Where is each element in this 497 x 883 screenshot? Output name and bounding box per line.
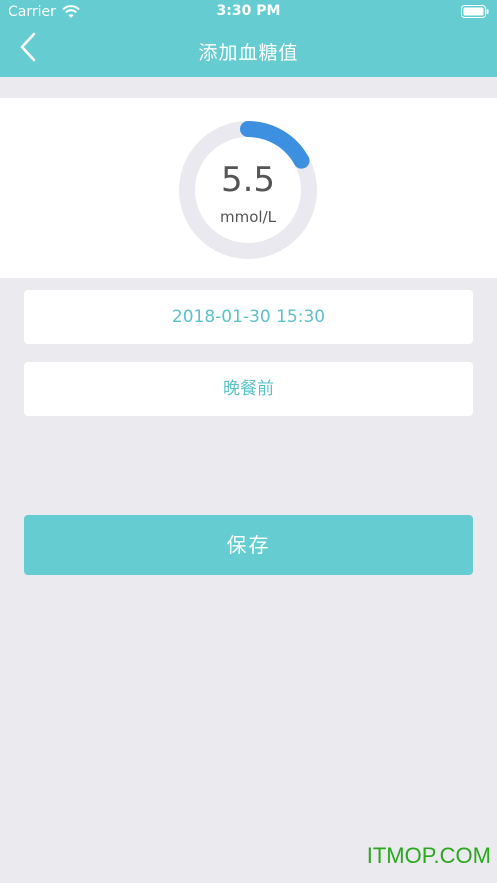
battery-icon (461, 5, 489, 18)
glucose-unit: mmol/L (220, 208, 276, 226)
save-button[interactable]: 保存 (24, 515, 473, 575)
meal-period-field[interactable]: 晚餐前 (24, 362, 473, 416)
watermark-logo: ITMOP.COM (366, 843, 491, 868)
page-title: 添加血糖值 (198, 42, 299, 64)
datetime-field[interactable]: 2018-01-30 15:30 (24, 290, 473, 344)
glucose-value: 5.5 (220, 160, 276, 200)
status-bar: Carrier 3:30 PM (0, 0, 497, 24)
glucose-gauge-card: 5.5 mmol/L (0, 98, 497, 278)
app-header: Carrier 3:30 PM 添加血糖值 (0, 0, 497, 77)
status-time: 3:30 PM (216, 3, 281, 19)
